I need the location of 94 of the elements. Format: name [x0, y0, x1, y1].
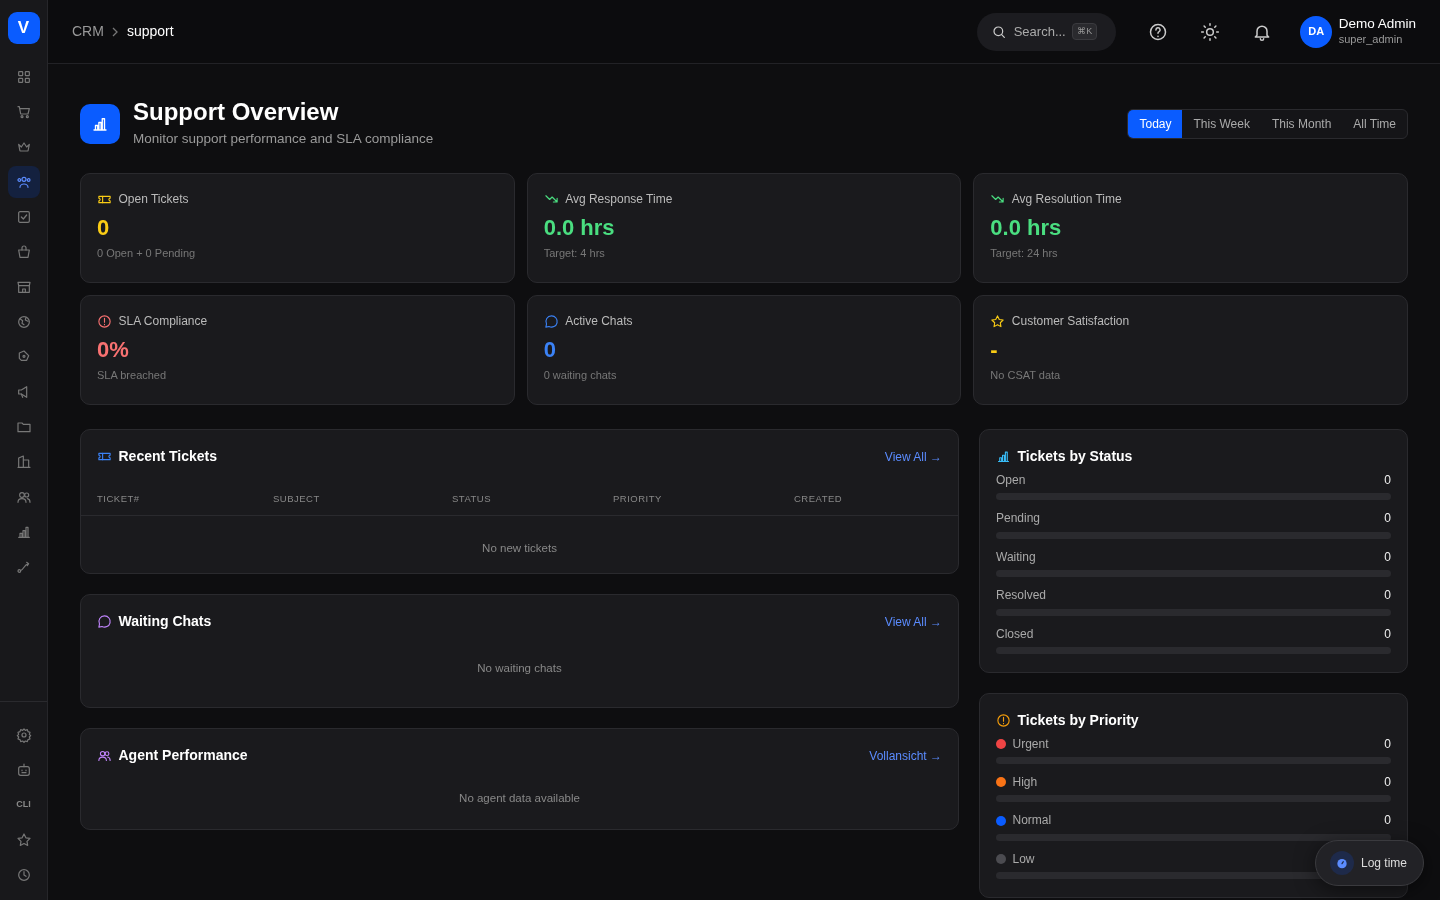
checkbox-icon — [15, 209, 32, 225]
star-icon — [15, 831, 32, 848]
settings-icon — [15, 726, 32, 743]
priority-label: Urgent — [1012, 736, 1049, 751]
panel-title: Agent Performance — [118, 746, 249, 766]
building-icon — [15, 454, 32, 470]
period-tab[interactable]: This Week — [1182, 109, 1261, 138]
stat-note: Target: 4 hrs — [543, 245, 606, 261]
route-icon — [15, 559, 32, 575]
empty-message: No agent data available — [459, 792, 580, 805]
status-label: Resolved — [996, 588, 1047, 603]
priority-count: 0 — [1384, 813, 1391, 828]
priority-label: Low — [1012, 851, 1035, 867]
stat-note: No CSAT data — [990, 367, 1062, 383]
panel-title: Tickets by Status — [1017, 447, 1134, 467]
clock-icon — [15, 866, 32, 883]
status-label: Closed — [996, 626, 1034, 642]
stat-note: 0 Open + 0 Pending — [97, 245, 197, 261]
stat-title: SLA Compliance — [118, 313, 208, 331]
log-time-button[interactable]: Log time — [1315, 840, 1424, 886]
bar-chart-icon — [15, 524, 32, 540]
panel-title: Recent Tickets — [118, 447, 219, 467]
period-tab[interactable]: Today — [1128, 109, 1183, 138]
stat-value: - — [990, 336, 999, 365]
globe-icon — [15, 314, 32, 330]
alert-icon — [996, 712, 1011, 728]
user-name: Demo Admin — [1338, 16, 1416, 34]
help-icon — [1148, 21, 1169, 42]
chat-icon — [97, 614, 112, 630]
stat-title: Avg Resolution Time — [1011, 191, 1122, 209]
stat-value: 0% — [97, 336, 130, 365]
priority-count: 0 — [1384, 774, 1391, 790]
star-icon — [990, 313, 1006, 329]
period-tab[interactable]: All Time — [1342, 109, 1407, 138]
alert-icon — [97, 313, 112, 329]
column-header: PRIORITY — [613, 492, 662, 504]
chat-icon — [543, 313, 559, 329]
stat-value: 0.0 hrs — [990, 214, 1063, 243]
view-all-link[interactable]: View All → — [884, 447, 942, 466]
stat-title: Avg Response Time — [565, 191, 673, 209]
avatar[interactable]: DA — [1300, 15, 1333, 48]
cart-icon — [15, 104, 32, 120]
shortcut-key: ⌘K — [1072, 22, 1098, 41]
column-header: TICKET# — [97, 492, 140, 504]
priority-count: 0 — [1384, 736, 1391, 751]
search-field[interactable]: Search... ⌘K — [977, 12, 1117, 51]
bag-icon — [15, 244, 32, 260]
users-icon — [97, 748, 112, 764]
stat-title: Customer Satisfaction — [1011, 313, 1130, 331]
sidebar-item[interactable] — [7, 166, 40, 198]
priority-label: High — [1012, 774, 1038, 790]
status-count: 0 — [1384, 511, 1391, 526]
priority-label: Normal — [1012, 813, 1052, 828]
panel-title: Tickets by Priority — [1017, 710, 1140, 730]
search-icon — [991, 23, 1008, 40]
stat-value: 0 — [543, 336, 557, 365]
store-icon — [15, 279, 32, 295]
status-label: Pending — [996, 511, 1041, 526]
grid-icon — [15, 69, 32, 85]
breadcrumb-item: support — [126, 22, 174, 41]
column-header: SUBJECT — [273, 492, 320, 504]
stat-note: SLA breached — [97, 367, 168, 383]
sidebar-item[interactable]: CLI — [7, 788, 40, 821]
period-tab[interactable]: This Month — [1260, 109, 1343, 138]
status-count: 0 — [1384, 549, 1391, 565]
empty-message: No waiting chats — [477, 662, 562, 675]
status-count: 0 — [1384, 626, 1391, 642]
stat-note: 0 waiting chats — [543, 367, 618, 383]
robot-icon — [15, 761, 32, 778]
empty-message: No new tickets — [482, 542, 557, 555]
bar-chart-icon — [996, 449, 1011, 465]
status-count: 0 — [1384, 473, 1391, 488]
users-icon — [15, 174, 32, 190]
app-logo[interactable]: V — [7, 12, 40, 44]
breadcrumb-item[interactable]: CRM — [72, 21, 104, 42]
stat-title: Open Tickets — [118, 191, 189, 209]
column-header: STATUS — [452, 492, 492, 504]
stat-title: Active Chats — [565, 313, 633, 331]
stat-value: 0.0 hrs — [543, 214, 616, 243]
column-header: CREATED — [794, 492, 843, 504]
view-all-link[interactable]: View All → — [884, 612, 942, 631]
status-label: Open — [996, 473, 1026, 488]
page-subtitle: Monitor support performance and SLA compliance — [133, 129, 435, 148]
user-role: super_admin — [1338, 33, 1404, 47]
status-count: 0 — [1384, 588, 1391, 603]
stat-note: Target: 24 hrs — [990, 245, 1059, 261]
view-all-link[interactable]: Vollansicht → — [869, 746, 942, 765]
status-label: Waiting — [996, 549, 1036, 565]
folder-icon — [15, 419, 32, 435]
users-icon — [15, 489, 32, 505]
panel-title: Waiting Chats — [118, 612, 213, 632]
page-title: Support Overview — [133, 98, 340, 126]
stat-value: 0 — [97, 214, 111, 243]
sun-icon — [1200, 21, 1221, 42]
